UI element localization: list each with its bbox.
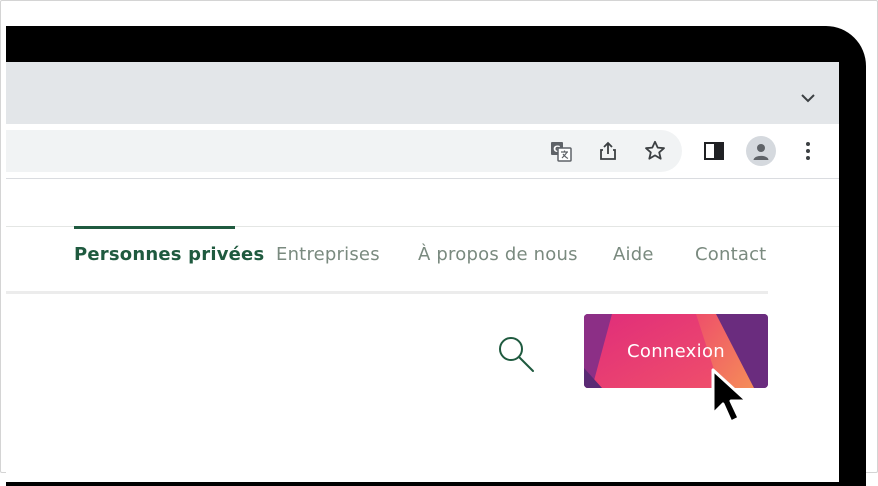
address-bar[interactable] xyxy=(6,130,682,172)
chevron-down-icon[interactable] xyxy=(799,90,817,106)
search-icon[interactable] xyxy=(494,332,538,376)
nav-item-a-propos[interactable]: À propos de nous xyxy=(418,244,578,265)
main-navigation: Personnes privées Entreprises À propos d… xyxy=(6,226,839,290)
toolbar-divider xyxy=(6,178,839,179)
mouse-pointer-icon xyxy=(709,366,755,426)
side-panel-icon[interactable] xyxy=(700,137,728,165)
nav-item-aide[interactable]: Aide xyxy=(613,244,654,265)
nav-item-personnes-privees[interactable]: Personnes privées xyxy=(74,244,264,265)
browser-toolbar: G xyxy=(6,124,839,178)
more-menu-icon[interactable] xyxy=(794,137,822,165)
nav-item-entreprises[interactable]: Entreprises xyxy=(276,244,380,265)
translate-icon[interactable]: G xyxy=(547,137,575,165)
active-tab-indicator xyxy=(74,226,235,229)
profile-icon[interactable] xyxy=(746,136,776,166)
nav-divider xyxy=(6,291,768,294)
bookmark-star-icon[interactable] xyxy=(641,137,669,165)
avatar xyxy=(746,136,776,166)
nav-item-contact[interactable]: Contact xyxy=(695,244,766,265)
share-icon[interactable] xyxy=(594,137,622,165)
tab-strip xyxy=(6,62,839,124)
